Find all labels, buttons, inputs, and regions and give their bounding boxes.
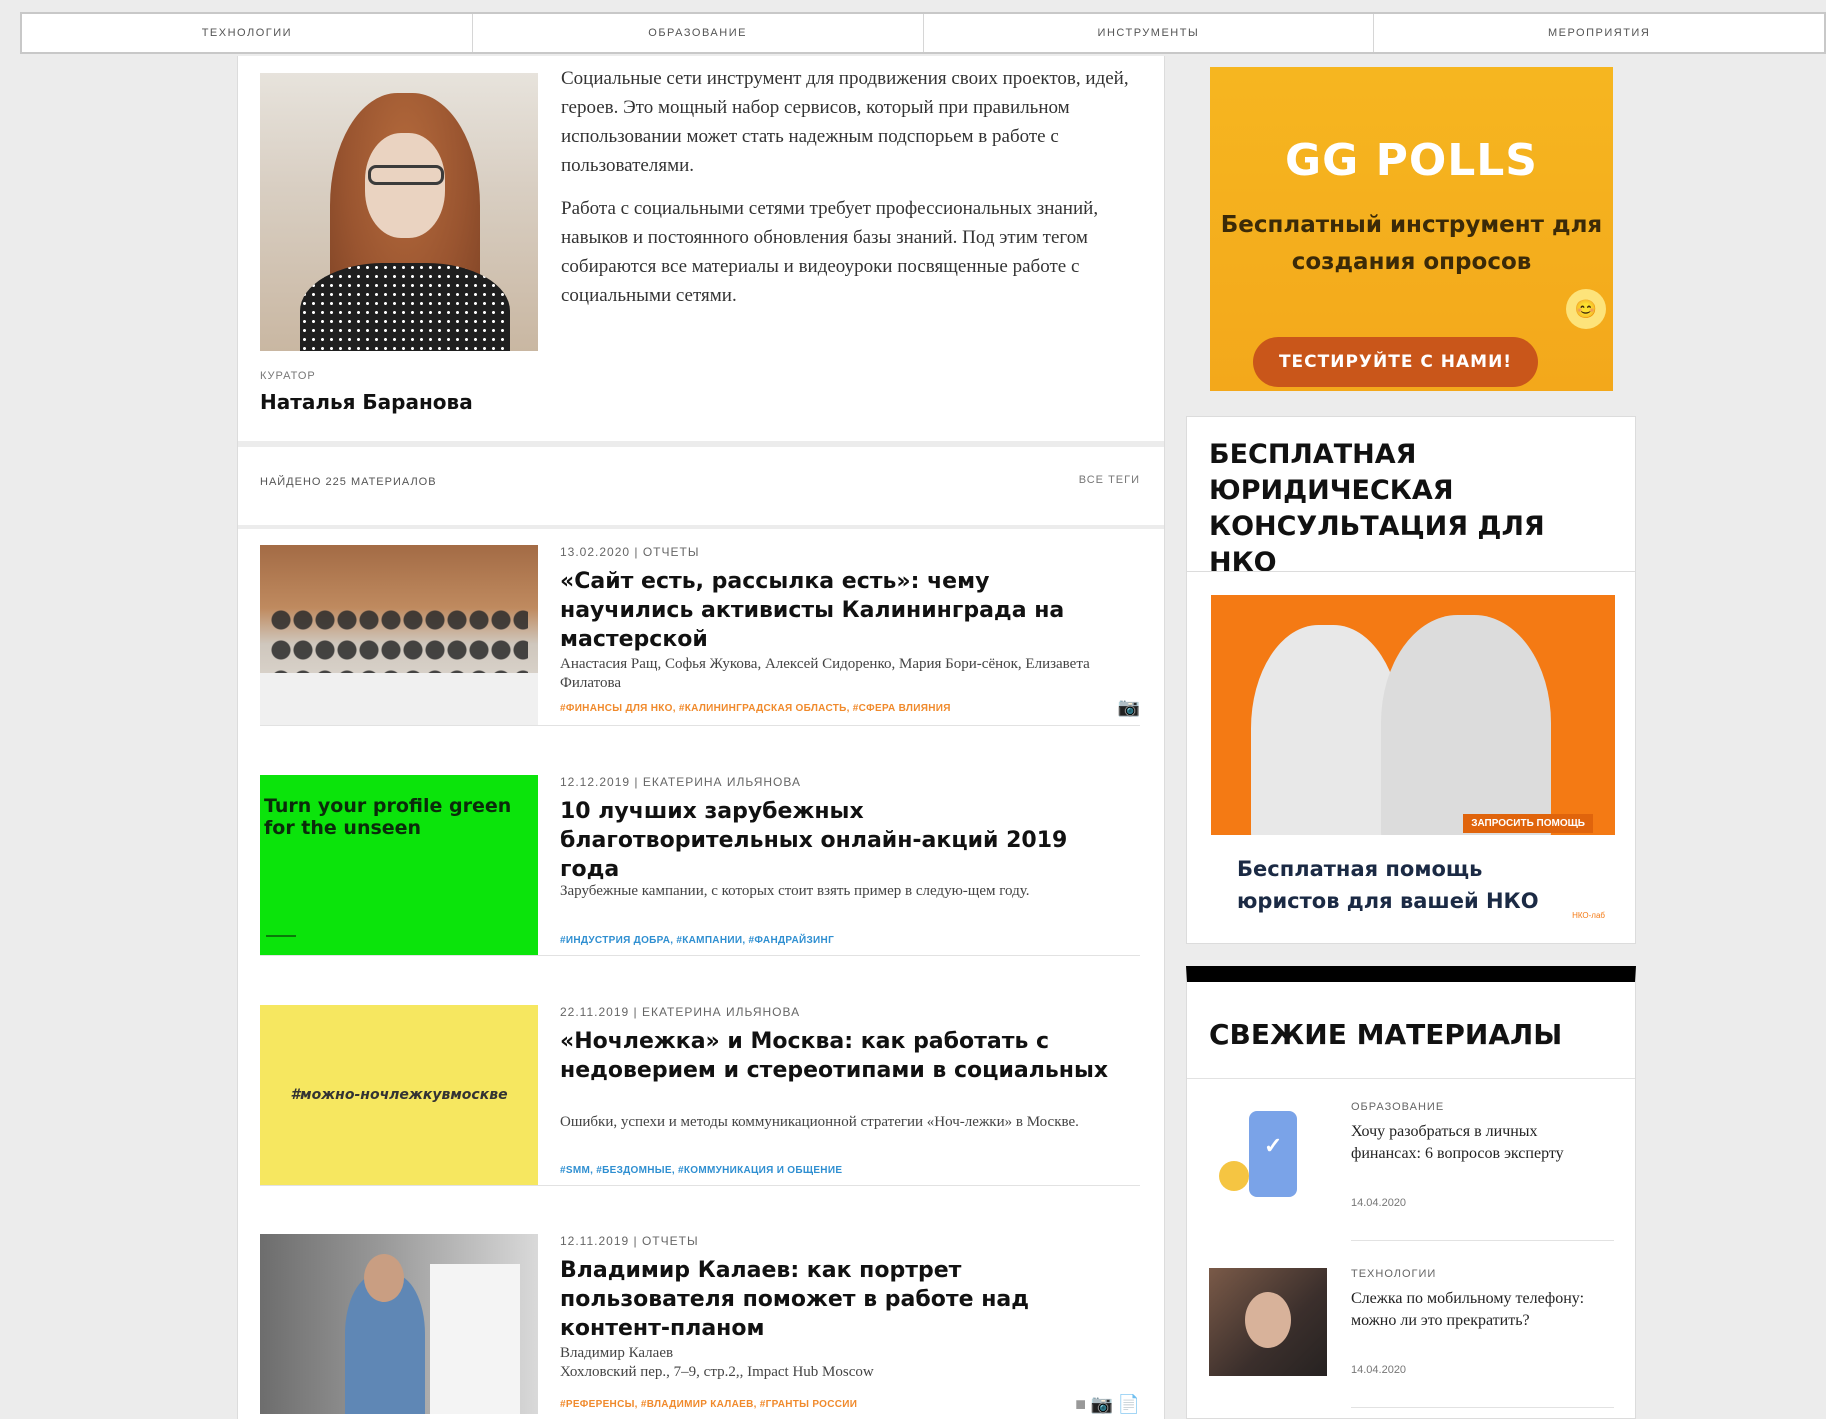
article-thumbnail[interactable] xyxy=(260,545,538,725)
banner-caption[interactable]: Бесплатная помощь юристов для вашей НКО xyxy=(1237,853,1567,917)
banner-title: GG POLLS xyxy=(1285,135,1538,186)
fresh-item-category[interactable]: ТЕХНОЛОГИИ xyxy=(1351,1268,1436,1280)
article-description: Владимир Калаев Хохловский пер., 7–9, ст… xyxy=(560,1345,874,1380)
article-meta: 12.12.2019 | ЕКАТЕРИНА ИЛЬЯНОВА xyxy=(560,775,801,789)
article-meta: 22.11.2019 | ЕКАТЕРИНА ИЛЬЯНОВА xyxy=(560,1005,801,1019)
tag-description: Социальные сети инструмент для продвижен… xyxy=(561,64,1146,324)
divider xyxy=(238,525,1164,529)
article-title[interactable]: «Сайт есть, рассылка есть»: чему научили… xyxy=(560,567,1120,654)
camera-icon: 📷 xyxy=(1117,697,1140,717)
curator-photo xyxy=(260,73,538,351)
main-column: КУРАТОР Наталья Баранова Социальные сети… xyxy=(237,56,1165,1419)
widget-heading: БЕСПЛАТНАЯ ЮРИДИЧЕСКАЯ КОНСУЛЬТАЦИЯ ДЛЯ … xyxy=(1209,439,1545,578)
smiley-icon: 😊 xyxy=(1566,289,1606,329)
fresh-item-date: 14.04.2020 xyxy=(1351,1364,1407,1376)
article-title[interactable]: 10 лучших зарубежных благотворительных о… xyxy=(560,797,1120,884)
article-description: Зарубежные кампании, с которых стоит взя… xyxy=(560,883,1030,899)
article-card[interactable]: 13.02.2020 | ОТЧЕТЫ «Сайт есть, рассылка… xyxy=(260,545,1140,726)
article-thumbnail[interactable]: Turn your profile green for the unseen xyxy=(260,775,538,955)
curator-label: КУРАТОР xyxy=(260,370,316,382)
test-with-us-button[interactable]: ТЕСТИРУЙТЕ С НАМИ! xyxy=(1253,337,1538,387)
thumbnail-text: #можно-ночлежкувмоскве xyxy=(290,1087,508,1103)
article-thumbnail[interactable]: #можно-ночлежкувмоскве xyxy=(260,1005,538,1185)
request-help-button[interactable]: ЗАПРОСИТЬ ПОМОЩЬ xyxy=(1463,814,1593,833)
article-tags[interactable]: #ФИНАНСЫ ДЛЯ НКО, #КАЛИНИНГРАДСКАЯ ОБЛАС… xyxy=(560,703,951,714)
article-tags[interactable]: #РЕФЕРЕНСЫ, #ВЛАДИМИР КАЛАЕВ, #ГРАНТЫ РО… xyxy=(560,1399,857,1410)
article-card[interactable]: #можно-ночлежкувмоскве 22.11.2019 | ЕКАТ… xyxy=(260,1005,1140,1186)
article-meta: 12.11.2019 | ОТЧЕТЫ xyxy=(560,1234,699,1248)
article-card[interactable]: 12.11.2019 | ОТЧЕТЫ Владимир Калаев: как… xyxy=(260,1234,1140,1414)
legal-help-banner[interactable]: ЗАПРОСИТЬ ПОМОЩЬ xyxy=(1211,595,1615,835)
nav-item-tools[interactable]: ИНСТРУМЕНТЫ xyxy=(924,14,1375,52)
curator-name[interactable]: Наталья Баранова xyxy=(260,390,473,414)
article-thumbnail[interactable] xyxy=(260,1234,538,1414)
article-title[interactable]: «Ночлежка» и Москва: как работать с недо… xyxy=(560,1027,1120,1085)
listing-header: НАЙДЕНО 225 МАТЕРИАЛОВ ВСЕ ТЕГИ xyxy=(238,447,1164,525)
widget-heading: СВЕЖИЕ МАТЕРИАЛЫ xyxy=(1209,1018,1563,1051)
article-tags[interactable]: #ИНДУСТРИЯ ДОБРА, #КАМПАНИИ, #ФАНДРАЙЗИН… xyxy=(560,935,834,946)
nav-item-technologies[interactable]: ТЕХНОЛОГИИ xyxy=(22,14,473,52)
found-count: НАЙДЕНО 225 МАТЕРИАЛОВ xyxy=(260,476,437,488)
nav-item-events[interactable]: МЕРОПРИЯТИЯ xyxy=(1374,14,1824,52)
article-tags[interactable]: #SMM, #БЕЗДОМНЫЕ, #КОММУНИКАЦИЯ И ОБЩЕНИ… xyxy=(560,1165,842,1176)
legal-consultation-widget: БЕСПЛАТНАЯ ЮРИДИЧЕСКАЯ КОНСУЛЬТАЦИЯ ДЛЯ … xyxy=(1186,416,1636,944)
fresh-item-title[interactable]: Слежка по мобильному телефону: можно ли … xyxy=(1351,1288,1611,1332)
article-title[interactable]: Владимир Калаев: как портрет пользовател… xyxy=(560,1256,1120,1343)
nav-item-education[interactable]: ОБРАЗОВАНИЕ xyxy=(473,14,924,52)
article-description: Ошибки, успехи и методы коммуникационной… xyxy=(560,1114,1079,1130)
all-tags-link[interactable]: ВСЕ ТЕГИ xyxy=(1079,474,1140,486)
top-navigation: ТЕХНОЛОГИИ ОБРАЗОВАНИЕ ИНСТРУМЕНТЫ МЕРОП… xyxy=(20,12,1826,54)
banner-subtitle: Бесплатный инструмент для создания опрос… xyxy=(1220,212,1603,275)
fresh-item[interactable]: ТЕХНОЛОГИИ Слежка по мобильному телефону… xyxy=(1209,1268,1614,1408)
fresh-item-date: 14.04.2020 xyxy=(1351,1197,1407,1209)
logo-mark: НКО-лаб xyxy=(1572,911,1605,920)
media-icons: ■ 📷 📄 xyxy=(1075,1394,1140,1414)
fresh-item[interactable]: ✓ ОБРАЗОВАНИЕ Хочу разобраться в личных … xyxy=(1209,1101,1614,1241)
fresh-materials-widget: СВЕЖИЕ МАТЕРИАЛЫ ✓ ОБРАЗОВАНИЕ Хочу разо… xyxy=(1186,966,1636,1419)
fresh-item-title[interactable]: Хочу разобраться в личных финансах: 6 во… xyxy=(1351,1121,1611,1165)
thumbnail-text: Turn your profile green for the unseen xyxy=(264,795,512,839)
intro-paragraph-2: Работа с социальными сетями требует проф… xyxy=(561,198,1099,306)
article-description: Анастасия Ращ, Софья Жукова, Алексей Сид… xyxy=(560,656,1090,691)
intro-paragraph-1: Социальные сети инструмент для продвижен… xyxy=(561,68,1129,176)
fresh-item-category[interactable]: ОБРАЗОВАНИЕ xyxy=(1351,1101,1444,1113)
article-meta: 13.02.2020 | ОТЧЕТЫ xyxy=(560,545,700,559)
fresh-item-thumbnail[interactable] xyxy=(1209,1268,1327,1376)
fresh-item-thumbnail[interactable]: ✓ xyxy=(1209,1101,1327,1209)
gg-polls-banner[interactable]: GG POLLS Бесплатный инструмент для созда… xyxy=(1210,67,1613,391)
article-card[interactable]: Turn your profile green for the unseen 1… xyxy=(260,775,1140,956)
